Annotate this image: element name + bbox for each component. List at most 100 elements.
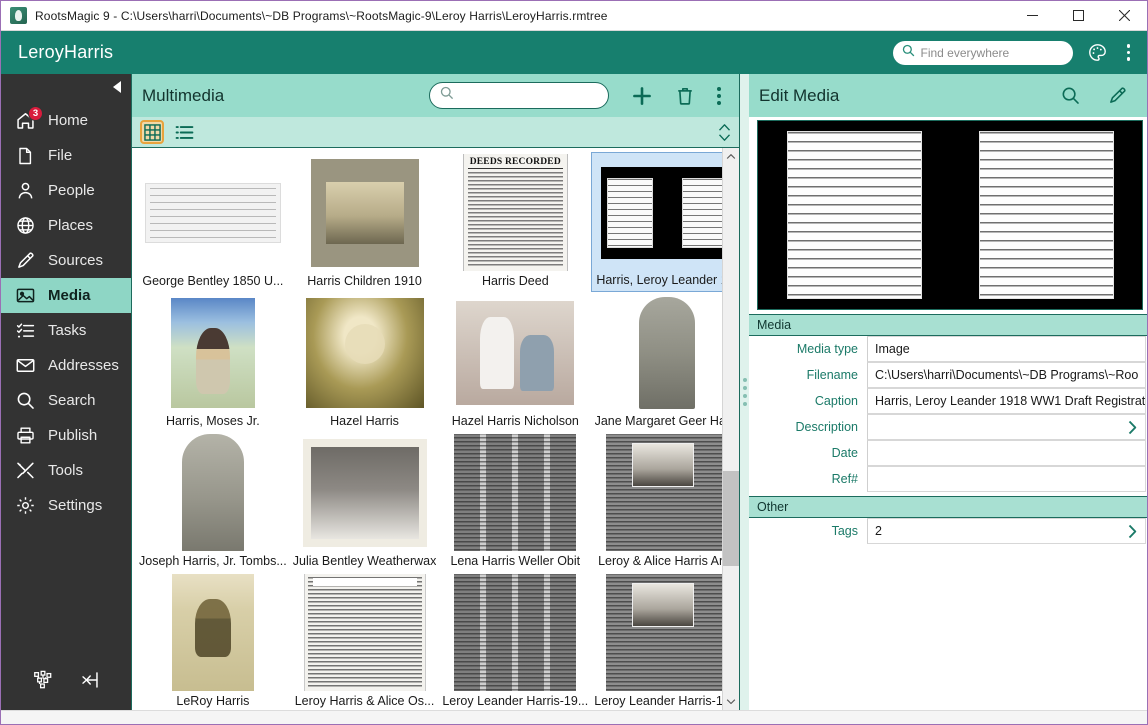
trash-icon[interactable] bbox=[669, 85, 701, 107]
sidebar-item-people[interactable]: People bbox=[1, 173, 131, 208]
preview-page-right bbox=[979, 131, 1114, 299]
media-item[interactable]: George Bentley 1850 U... bbox=[136, 152, 290, 292]
magnifier-icon bbox=[13, 389, 37, 413]
sidebar-nav: 3 Home File People bbox=[1, 100, 131, 523]
media-thumbnail bbox=[594, 434, 722, 551]
caption-field[interactable]: Harris, Leroy Leander 1918 WW1 Draft Reg… bbox=[867, 388, 1146, 414]
sidebar-item-file[interactable]: File bbox=[1, 138, 131, 173]
media-item[interactable]: Lena Harris Weller Obit bbox=[439, 432, 591, 572]
sidebar-item-sources[interactable]: Sources bbox=[1, 243, 131, 278]
scrollbar-thumb[interactable] bbox=[723, 471, 739, 566]
sidebar-item-media[interactable]: Media bbox=[1, 278, 131, 313]
newspaper-clipping-art: DEEDS RECORDED bbox=[463, 154, 568, 271]
close-icon[interactable] bbox=[1101, 1, 1147, 31]
sidebar-item-label: Tools bbox=[48, 462, 83, 479]
field-row: Caption Harris, Leroy Leander 1918 WW1 D… bbox=[749, 388, 1147, 414]
list-view-icon[interactable] bbox=[172, 120, 196, 144]
multimedia-search-box[interactable] bbox=[429, 82, 609, 109]
media-caption: Hazel Harris Nicholson bbox=[452, 411, 579, 428]
painted-portrait-art bbox=[171, 298, 255, 408]
collapse-left-icon bbox=[113, 81, 121, 93]
kebab-menu-icon[interactable] bbox=[1122, 44, 1136, 61]
field-value: 2 bbox=[875, 524, 882, 538]
media-item[interactable]: Jane Margaret Geer Har... bbox=[591, 292, 722, 432]
media-item-selected[interactable]: Harris, Leroy Leander 1... bbox=[591, 152, 722, 292]
media-item[interactable]: Leroy & Alice Harris An... bbox=[591, 432, 722, 572]
kebab-menu-icon[interactable] bbox=[711, 87, 727, 105]
family-tree-icon[interactable] bbox=[32, 669, 54, 696]
chevron-right-icon[interactable] bbox=[1127, 420, 1138, 435]
media-item[interactable]: LeRoy Harris bbox=[136, 572, 290, 710]
field-label: Media type bbox=[749, 336, 867, 362]
multimedia-search-input[interactable] bbox=[461, 89, 598, 103]
grid-view-icon[interactable] bbox=[140, 120, 164, 144]
pencil-icon[interactable] bbox=[1102, 85, 1133, 106]
sidebar-item-label: Places bbox=[48, 217, 93, 234]
media-caption: Joseph Harris, Jr. Tombs... bbox=[139, 551, 287, 568]
media-item[interactable]: Leroy Leander Harris-19... bbox=[591, 572, 722, 710]
tags-field[interactable]: 2 bbox=[867, 518, 1146, 544]
field-value: Harris, Leroy Leander 1918 WW1 Draft Reg… bbox=[875, 394, 1146, 408]
search-icon[interactable] bbox=[1055, 85, 1086, 106]
media-item[interactable]: Harris Children 1910 bbox=[290, 152, 440, 292]
media-caption: Hazel Harris bbox=[330, 411, 399, 428]
clipping-headline: DEEDS RECORDED bbox=[468, 157, 563, 169]
field-row: Media type Image bbox=[749, 336, 1147, 362]
field-row: Tags 2 bbox=[749, 518, 1147, 544]
media-caption: Harris Children 1910 bbox=[307, 271, 422, 288]
panel-splitter[interactable] bbox=[740, 74, 749, 710]
media-preview[interactable] bbox=[757, 120, 1143, 310]
multimedia-scrollbar[interactable] bbox=[722, 148, 739, 710]
sidebar-item-places[interactable]: Places bbox=[1, 208, 131, 243]
framed-photo-art bbox=[311, 159, 419, 267]
date-field[interactable] bbox=[867, 440, 1146, 466]
filename-field[interactable]: C:\Users\harri\Documents\~DB Programs\~R… bbox=[867, 362, 1146, 388]
chevron-down-icon[interactable] bbox=[723, 693, 739, 710]
media-type-field[interactable]: Image bbox=[867, 336, 1146, 362]
description-field[interactable] bbox=[867, 414, 1146, 440]
tombstone-photo-art bbox=[639, 297, 695, 409]
media-thumbnail bbox=[442, 434, 588, 551]
couple-photo-art bbox=[456, 301, 574, 405]
find-everywhere-input[interactable] bbox=[921, 46, 1064, 60]
media-item[interactable]: Leroy Harris & Alice Os... bbox=[290, 572, 440, 710]
chevron-right-icon[interactable] bbox=[1127, 524, 1138, 539]
preview-page-left bbox=[787, 131, 922, 299]
sidebar-item-label: File bbox=[48, 147, 72, 164]
scrollbar-track[interactable] bbox=[723, 165, 739, 693]
chevron-up-icon[interactable] bbox=[723, 148, 739, 165]
sidebar-item-settings[interactable]: Settings bbox=[1, 488, 131, 523]
media-item[interactable]: Joseph Harris, Jr. Tombs... bbox=[136, 432, 290, 572]
sidebar-item-home[interactable]: 3 Home bbox=[1, 103, 131, 138]
media-thumbnail bbox=[594, 574, 722, 691]
sidebar-item-tools[interactable]: Tools bbox=[1, 453, 131, 488]
media-fields: Media type Image Filename C:\Users\harri… bbox=[749, 336, 1147, 492]
multimedia-title: Multimedia bbox=[142, 86, 224, 106]
media-thumbnail bbox=[442, 294, 588, 411]
media-item[interactable]: Harris, Moses Jr. bbox=[136, 292, 290, 432]
sidebar-item-search[interactable]: Search bbox=[1, 383, 131, 418]
find-everywhere-box[interactable] bbox=[893, 41, 1073, 65]
exit-icon[interactable] bbox=[79, 669, 101, 696]
sidebar-collapse-button[interactable] bbox=[1, 74, 131, 100]
minimize-icon[interactable] bbox=[1009, 1, 1055, 31]
media-item[interactable]: Leroy Leander Harris-19... bbox=[439, 572, 591, 710]
edit-media-header: Edit Media bbox=[749, 74, 1147, 117]
palette-icon[interactable] bbox=[1087, 42, 1108, 63]
media-caption: Harris Deed bbox=[482, 271, 549, 288]
image-icon bbox=[13, 284, 37, 308]
sidebar-item-publish[interactable]: Publish bbox=[1, 418, 131, 453]
media-thumbnail bbox=[594, 294, 722, 411]
maximize-icon[interactable] bbox=[1055, 1, 1101, 31]
sidebar-item-tasks[interactable]: Tasks bbox=[1, 313, 131, 348]
media-item[interactable]: Hazel Harris Nicholson bbox=[439, 292, 591, 432]
sidebar-item-addresses[interactable]: Addresses bbox=[1, 348, 131, 383]
file-icon bbox=[13, 144, 37, 168]
media-caption: Leroy Harris & Alice Os... bbox=[295, 691, 435, 708]
plus-icon[interactable] bbox=[625, 84, 659, 108]
media-item[interactable]: Julia Bentley Weatherwax bbox=[290, 432, 440, 572]
media-item[interactable]: Hazel Harris bbox=[290, 292, 440, 432]
sort-updown-icon[interactable] bbox=[718, 123, 731, 142]
refnum-field[interactable] bbox=[867, 466, 1146, 492]
media-item[interactable]: DEEDS RECORDED Harris Deed bbox=[439, 152, 591, 292]
